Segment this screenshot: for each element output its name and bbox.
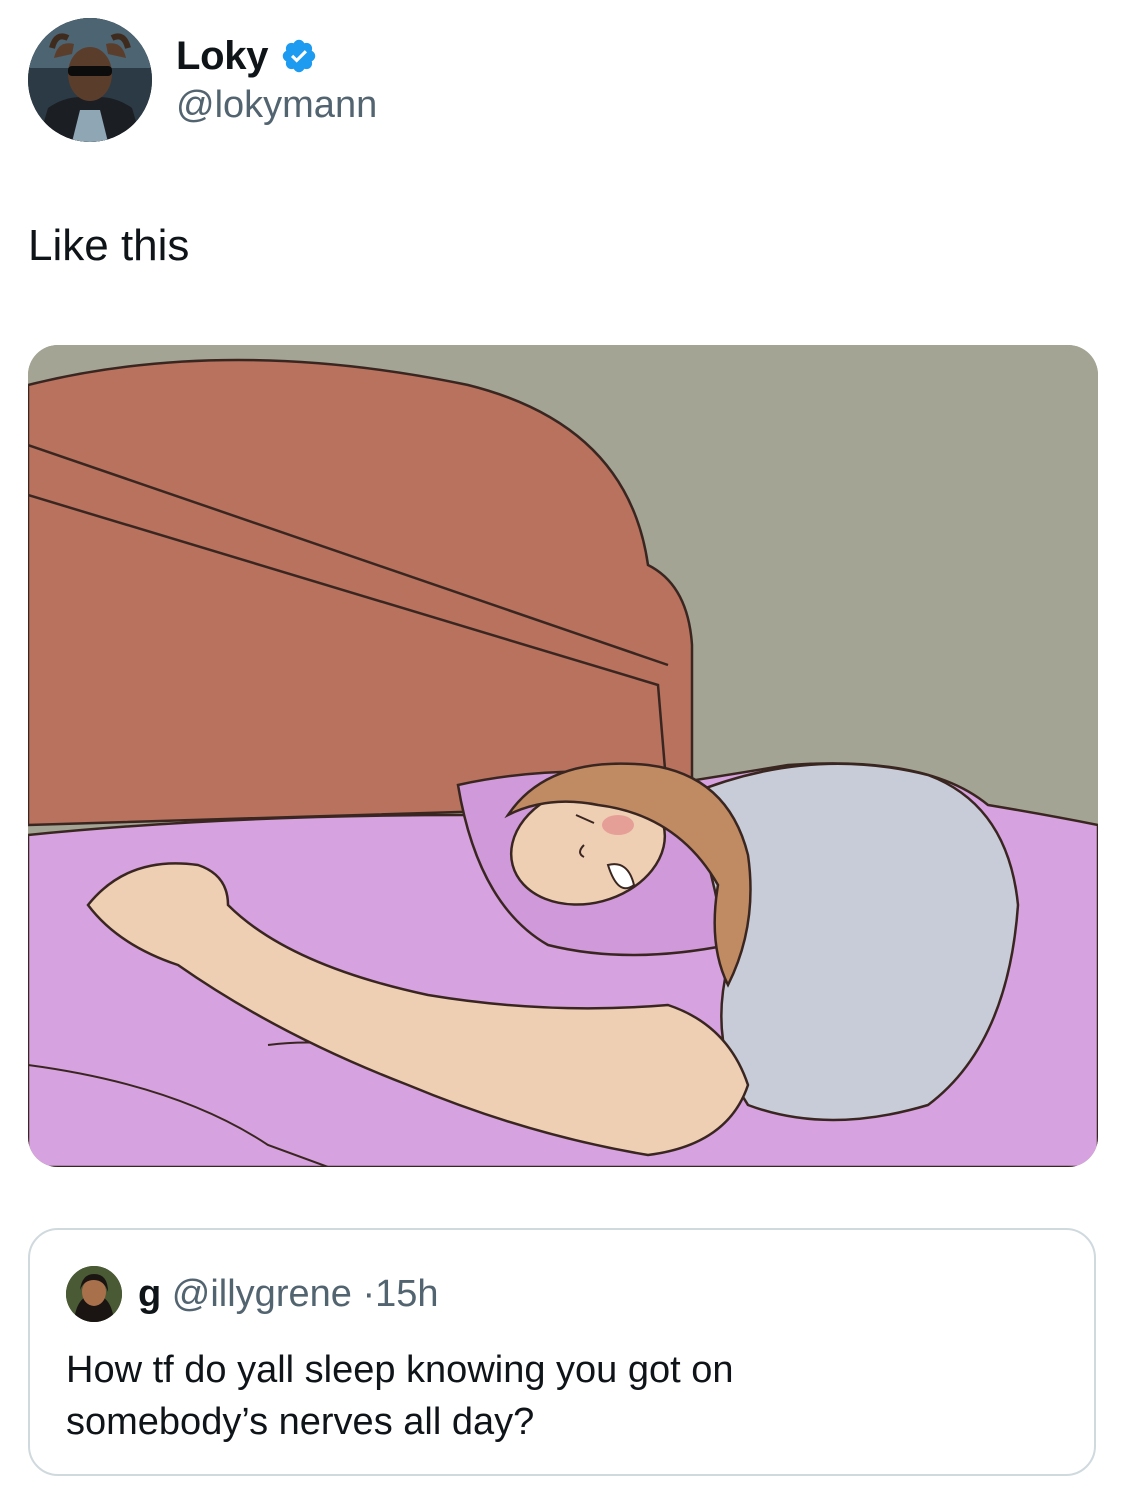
author-display-name[interactable]: Loky [176, 34, 268, 79]
quoted-handle[interactable]: @illygrene [172, 1273, 352, 1315]
quoted-timestamp[interactable]: 15h [375, 1273, 438, 1315]
author-handle[interactable]: @lokymann [176, 84, 377, 127]
quoted-tweet-text: How tf do yall sleep knowing you got on … [66, 1344, 1066, 1448]
quoted-tweet-text-line: somebody’s nerves all day? [66, 1401, 535, 1443]
author-name-row[interactable]: Loky [176, 32, 318, 80]
verified-badge-icon [280, 37, 318, 75]
author-avatar[interactable] [28, 18, 152, 142]
tweet-text: Like this [28, 221, 190, 270]
quoted-tweet-card[interactable]: g @illygrene ·15h How tf do yall sleep k… [28, 1228, 1096, 1476]
tweet: Loky @lokymann Like this g @illygrene ·1… [0, 0, 1125, 1507]
quoted-tweet-header: g @illygrene ·15h [138, 1270, 439, 1318]
tweet-media-image[interactable] [28, 345, 1098, 1167]
separator-dot: · [362, 1273, 376, 1315]
quoted-display-name[interactable]: g [138, 1273, 161, 1315]
quoted-tweet-text-line: How tf do yall sleep knowing you got on [66, 1349, 734, 1391]
quoted-author-avatar[interactable] [66, 1266, 122, 1322]
